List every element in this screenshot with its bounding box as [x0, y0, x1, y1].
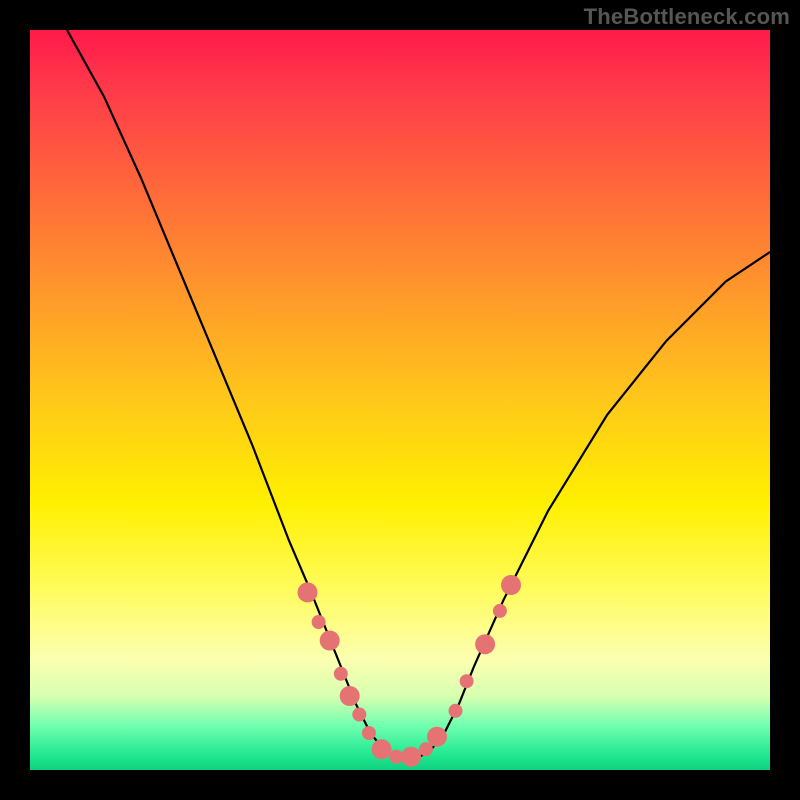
chart-svg — [30, 30, 770, 770]
curve-marker — [475, 634, 495, 654]
chart-plot-area — [30, 30, 770, 770]
curve-marker — [372, 739, 392, 759]
curve-marker — [493, 604, 507, 618]
curve-markers — [298, 575, 522, 767]
curve-marker — [449, 704, 463, 718]
curve-marker — [501, 575, 521, 595]
curve-marker — [312, 615, 326, 629]
curve-marker — [401, 747, 421, 767]
curve-marker — [340, 686, 360, 706]
curve-marker — [460, 674, 474, 688]
curve-marker — [298, 582, 318, 602]
curve-marker — [320, 631, 340, 651]
curve-marker — [352, 708, 366, 722]
bottleneck-curve — [67, 30, 770, 759]
curve-marker — [362, 726, 376, 740]
curve-marker — [334, 667, 348, 681]
curve-marker — [427, 727, 447, 747]
watermark-text: TheBottleneck.com — [584, 4, 790, 30]
